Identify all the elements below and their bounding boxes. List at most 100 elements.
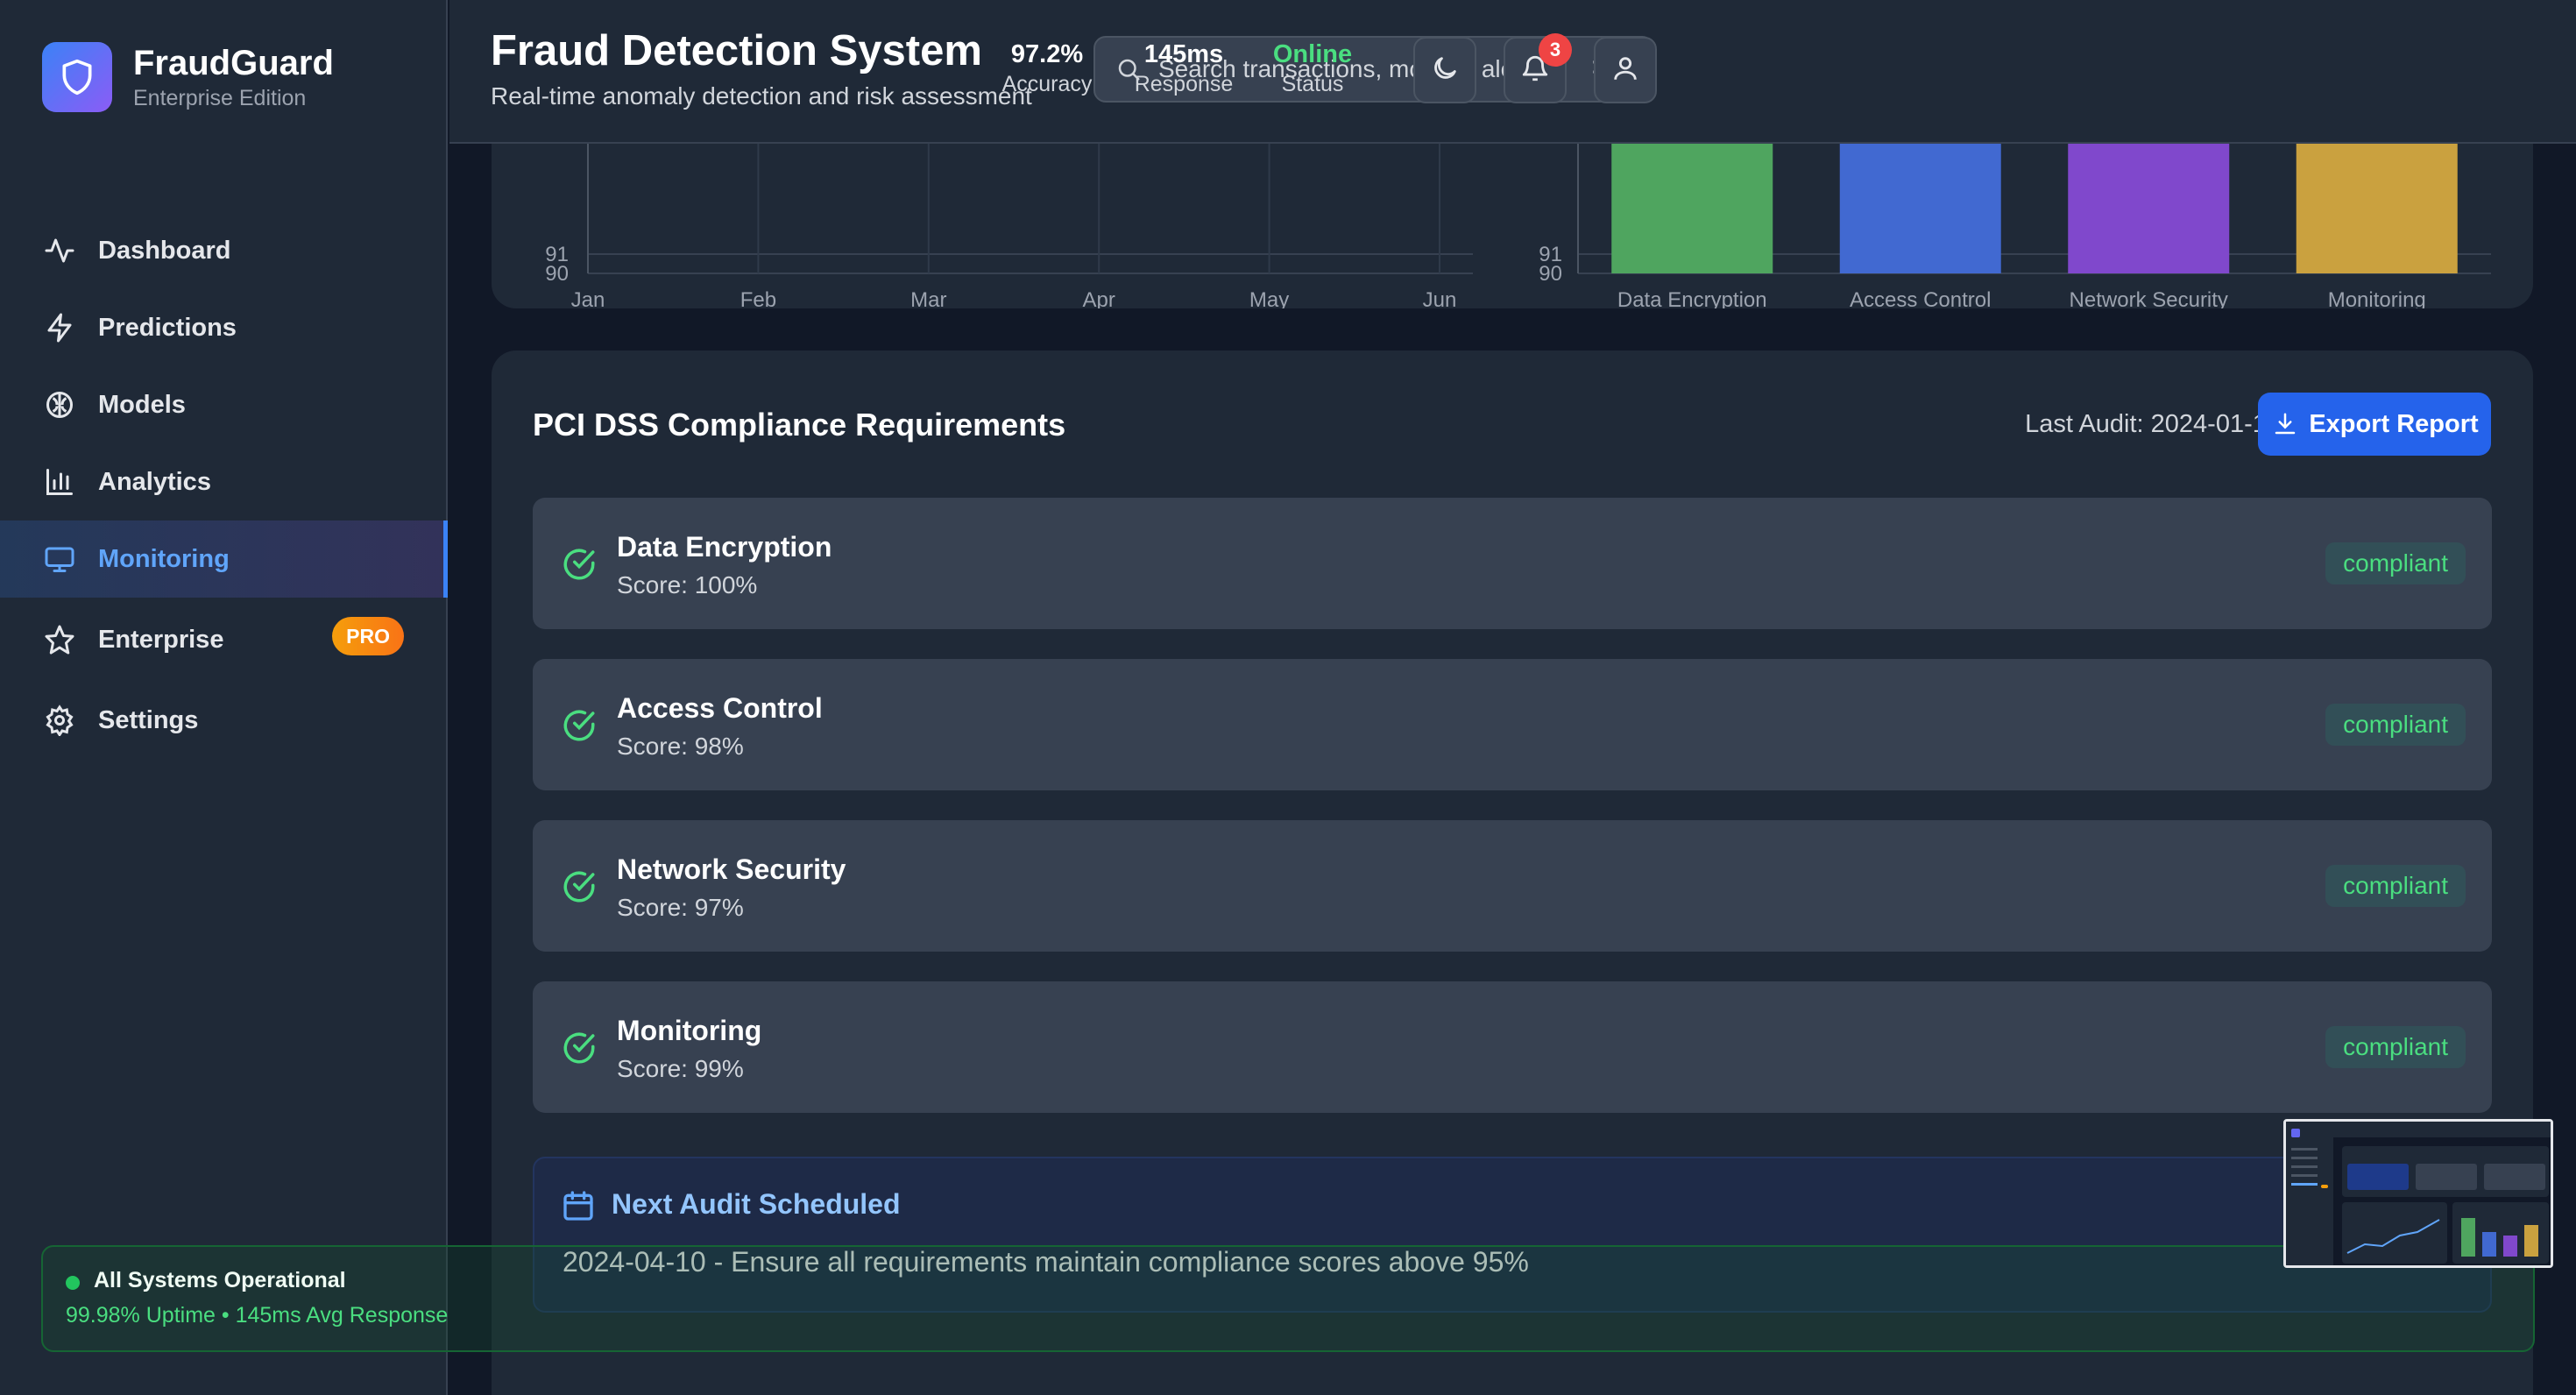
- accuracy-value: 97.2%: [1010, 40, 1084, 68]
- bar-chart: 9190Data Encryption Access Control Network…: [1539, 144, 2491, 308]
- user-menu-button[interactable]: [1594, 37, 1657, 103]
- brain-icon: [42, 387, 77, 422]
- sidebar-nav: Dashboard Predictions Models Analytics M…: [0, 212, 448, 759]
- system-status-detail: 99.98% Uptime • 145ms Avg Response: [66, 1303, 449, 1328]
- shield-logo-icon: [42, 42, 112, 112]
- x-tick-label: Access Control: [1850, 288, 1991, 308]
- moon-icon: [1430, 53, 1460, 88]
- brand[interactable]: FraudGuard Enterprise Edition: [42, 42, 334, 112]
- sidebar-item-settings[interactable]: Settings: [0, 682, 448, 759]
- page-minimap[interactable]: [2283, 1119, 2553, 1268]
- requirement-score: Score: 98%: [617, 733, 744, 760]
- sidebar-item-label: Analytics: [98, 467, 211, 496]
- minimap-preview-icon: [2286, 1122, 2551, 1265]
- sidebar-item-label: Settings: [98, 705, 199, 734]
- requirement-row[interactable]: Network Security Score: 97% compliant: [533, 820, 2492, 952]
- bar: [1611, 144, 1773, 273]
- x-tick-label: Apr: [1083, 288, 1115, 308]
- accuracy-stat: 97.2% Accuracy: [986, 39, 1108, 98]
- download-icon: [2270, 409, 2300, 439]
- sidebar-item-monitoring[interactable]: Monitoring: [0, 520, 448, 598]
- sidebar-item-label: Monitoring: [98, 544, 230, 573]
- compliance-title: PCI DSS Compliance Requirements: [533, 407, 1066, 443]
- sidebar-item-enterprise[interactable]: Enterprise PRO: [0, 598, 448, 682]
- response-value: 145ms: [1143, 40, 1224, 68]
- export-report-button[interactable]: Export Report: [2258, 393, 2491, 456]
- x-tick-label: May: [1249, 288, 1289, 308]
- x-tick-label: Monitoring: [2328, 288, 2426, 308]
- response-stat: 145ms Response: [1122, 39, 1245, 98]
- bar: [2068, 144, 2230, 273]
- status-dot-icon: [66, 1276, 80, 1290]
- x-tick-label: Jun: [1423, 288, 1457, 308]
- status-stat: Online Status: [1251, 39, 1374, 98]
- calendar-icon: [563, 1191, 593, 1221]
- sidebar-item-label: Dashboard: [98, 236, 231, 265]
- x-tick-label: Data Encryption: [1617, 288, 1767, 308]
- requirement-score: Score: 100%: [617, 571, 758, 598]
- y-tick-label: 90: [545, 262, 569, 286]
- x-tick-label: Feb: [740, 288, 776, 308]
- pro-badge: PRO: [332, 617, 404, 655]
- status-badge: compliant: [2325, 865, 2466, 907]
- line-chart: 9190Jan Feb Mar Apr May Jun: [545, 144, 1473, 308]
- notification-count-badge: 3: [1539, 33, 1572, 67]
- check-circle-icon: [563, 549, 595, 580]
- charts-svg: 9190Jan Feb Mar Apr May Jun 9190Data Encrypti…: [545, 144, 2491, 308]
- x-tick-label: Jan: [571, 288, 605, 308]
- page-title: Fraud Detection System: [491, 27, 982, 74]
- zap-icon: [42, 310, 77, 345]
- response-label: Response: [1134, 72, 1234, 96]
- x-tick-label: Network Security: [2070, 288, 2228, 308]
- star-icon: [42, 622, 77, 657]
- page-subtitle: Real-time anomaly detection and risk ass…: [491, 82, 1032, 110]
- next-audit-title: Next Audit Scheduled: [612, 1188, 901, 1220]
- notifications-button[interactable]: 3: [1504, 33, 1572, 103]
- monitor-icon: [42, 542, 77, 577]
- sidebar-item-models[interactable]: Models: [0, 366, 448, 443]
- requirement-name: Access Control: [617, 692, 823, 724]
- sidebar-item-predictions[interactable]: Predictions: [0, 289, 448, 366]
- sidebar-item-label: Enterprise: [98, 625, 224, 654]
- check-circle-icon: [563, 1032, 595, 1064]
- requirement-row[interactable]: Monitoring Score: 99% compliant: [533, 981, 2492, 1113]
- sidebar-item-label: Models: [98, 390, 186, 419]
- requirement-row[interactable]: Data Encryption Score: 100% compliant: [533, 498, 2492, 629]
- requirement-score: Score: 97%: [617, 894, 744, 921]
- requirement-name: Network Security: [617, 853, 846, 885]
- gear-icon: [42, 703, 77, 738]
- requirement-name: Data Encryption: [617, 531, 832, 563]
- bar-chart-icon: [42, 464, 77, 499]
- bar: [1839, 144, 2001, 273]
- system-status-title: All Systems Operational: [94, 1268, 346, 1292]
- top-header: Fraud Detection System Real-time anomaly…: [449, 0, 2576, 144]
- requirement-name: Monitoring: [617, 1015, 762, 1046]
- sidebar: FraudGuard Enterprise Edition Dashboard …: [0, 0, 448, 1395]
- status-badge: compliant: [2325, 704, 2466, 746]
- requirement-row[interactable]: Access Control Score: 98% compliant: [533, 659, 2492, 790]
- status-badge: compliant: [2325, 1026, 2466, 1068]
- export-report-label: Export Report: [2309, 409, 2479, 438]
- system-status-banner: All Systems Operational 99.98% Uptime • …: [41, 1245, 2535, 1352]
- status-label: Status: [1281, 72, 1344, 96]
- requirement-score: Score: 99%: [617, 1055, 744, 1082]
- accuracy-label: Accuracy: [1001, 72, 1093, 96]
- bar: [2296, 144, 2458, 273]
- last-audit-date: Last Audit: 2024-01-10: [2025, 410, 2281, 438]
- sidebar-item-analytics[interactable]: Analytics: [0, 443, 448, 520]
- status-badge: compliant: [2325, 542, 2466, 584]
- charts-card: 91 90 Jan Feb Mar Apr May Jun 91 90 Data Encrypti…: [492, 144, 2533, 308]
- status-value: Online: [1272, 40, 1353, 68]
- y-tick-label: 90: [1539, 262, 1562, 286]
- theme-toggle-button[interactable]: [1413, 37, 1476, 103]
- brand-subtitle: Enterprise Edition: [133, 86, 307, 110]
- x-tick-label: Mar: [910, 288, 946, 308]
- check-circle-icon: [563, 871, 595, 903]
- activity-icon: [42, 233, 77, 268]
- brand-name: FraudGuard: [133, 44, 334, 82]
- user-icon: [1610, 53, 1640, 88]
- check-circle-icon: [563, 710, 595, 741]
- sidebar-item-dashboard[interactable]: Dashboard: [0, 212, 448, 289]
- compliance-card: PCI DSS Compliance Requirements Last Aud…: [492, 351, 2533, 1395]
- sidebar-item-label: Predictions: [98, 313, 237, 342]
